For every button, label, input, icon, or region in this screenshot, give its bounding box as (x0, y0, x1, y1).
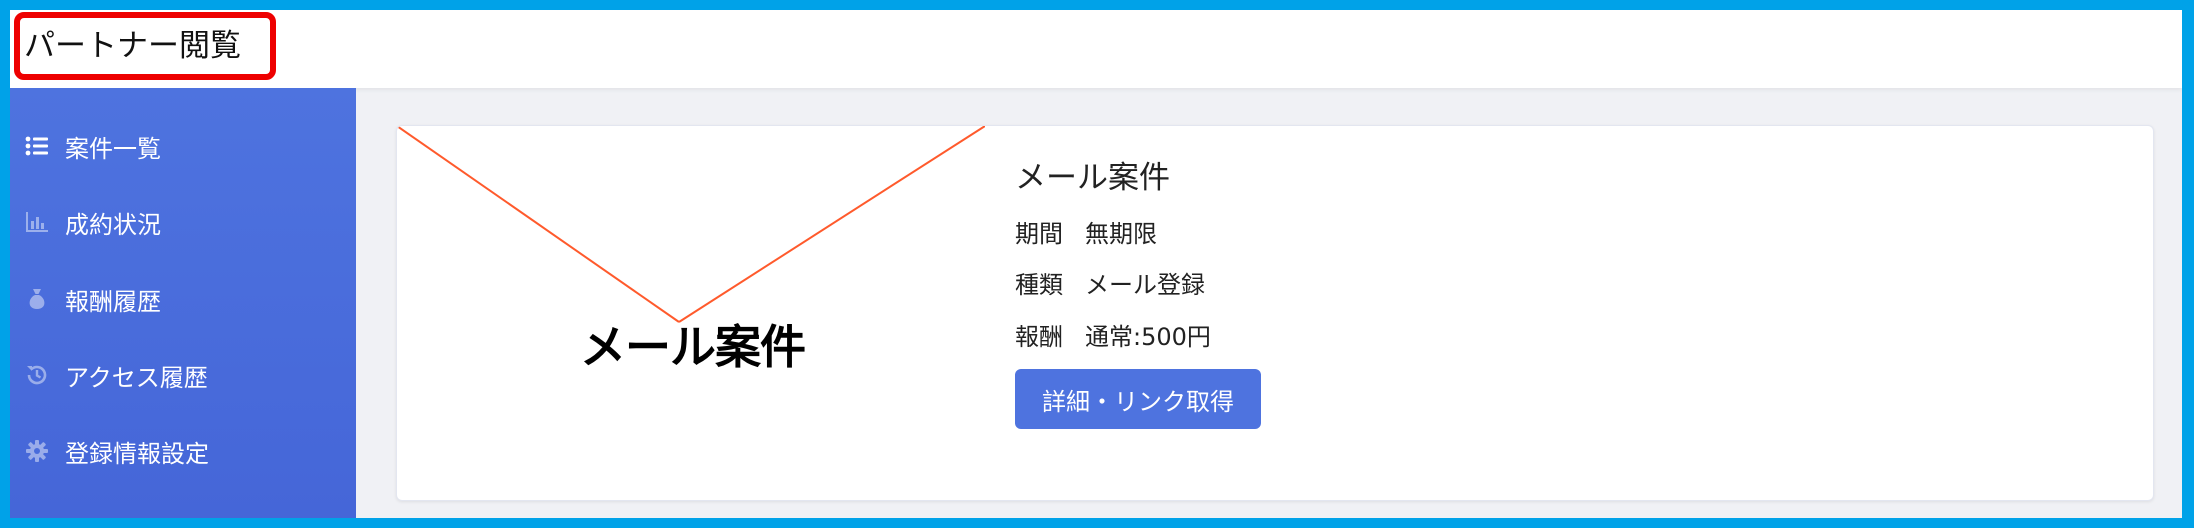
thumbnail-caption: メール案件 (580, 320, 806, 374)
sidebar-item-access-history[interactable]: アクセス履歴 (10, 350, 356, 400)
sidebar-item-label: アクセス履歴 (65, 363, 208, 392)
type-value: メール登録 (1085, 271, 1205, 299)
app-window: パートナー閲覧 案件一覧 成約状況 報酬履歴 アクセス履歴 登録情報設定 メール… (10, 10, 2182, 518)
money-bag-icon (24, 286, 50, 312)
sidebar-item-rewards[interactable]: 報酬履歴 (10, 274, 356, 324)
reward-value: 通常:500円 (1085, 323, 1211, 351)
case-reward-row: 報酬 通常:500円 (1015, 317, 1211, 352)
history-icon (24, 362, 50, 388)
main-content: メール案件 メール案件 期間 無期限 種類 メール登録 報酬 通常:500円 詳細・リ… (356, 88, 2182, 518)
case-type-row: 種類 メール登録 (1015, 265, 1205, 300)
list-icon (24, 133, 50, 159)
page-title: パートナー閲覧 (24, 28, 241, 64)
period-label: 期間 (1015, 220, 1063, 248)
detail-link-button[interactable]: 詳細・リンク取得 (1015, 369, 1261, 429)
gear-icon (24, 438, 50, 464)
case-thumbnail: メール案件 (397, 126, 985, 500)
sidebar-item-contracts[interactable]: 成約状況 (10, 197, 356, 247)
sidebar: 案件一覧 成約状況 報酬履歴 アクセス履歴 登録情報設定 (10, 88, 356, 518)
sidebar-item-account-settings[interactable]: 登録情報設定 (10, 426, 356, 476)
period-value: 無期限 (1085, 220, 1157, 248)
sidebar-item-label: 案件一覧 (65, 134, 161, 163)
case-card: メール案件 メール案件 期間 無期限 種類 メール登録 報酬 通常:500円 詳細・リ… (396, 125, 2154, 501)
sidebar-item-label: 登録情報設定 (65, 439, 209, 468)
type-label: 種類 (1015, 271, 1063, 299)
reward-label: 報酬 (1015, 323, 1063, 351)
case-title: メール案件 (1015, 160, 1170, 196)
case-period-row: 期間 無期限 (1015, 214, 1157, 249)
sidebar-item-case-list[interactable]: 案件一覧 (10, 121, 356, 171)
sidebar-item-label: 報酬履歴 (65, 287, 161, 316)
bar-chart-icon (24, 209, 50, 235)
top-bar: パートナー閲覧 (10, 10, 2182, 88)
sidebar-item-label: 成約状況 (65, 210, 161, 239)
